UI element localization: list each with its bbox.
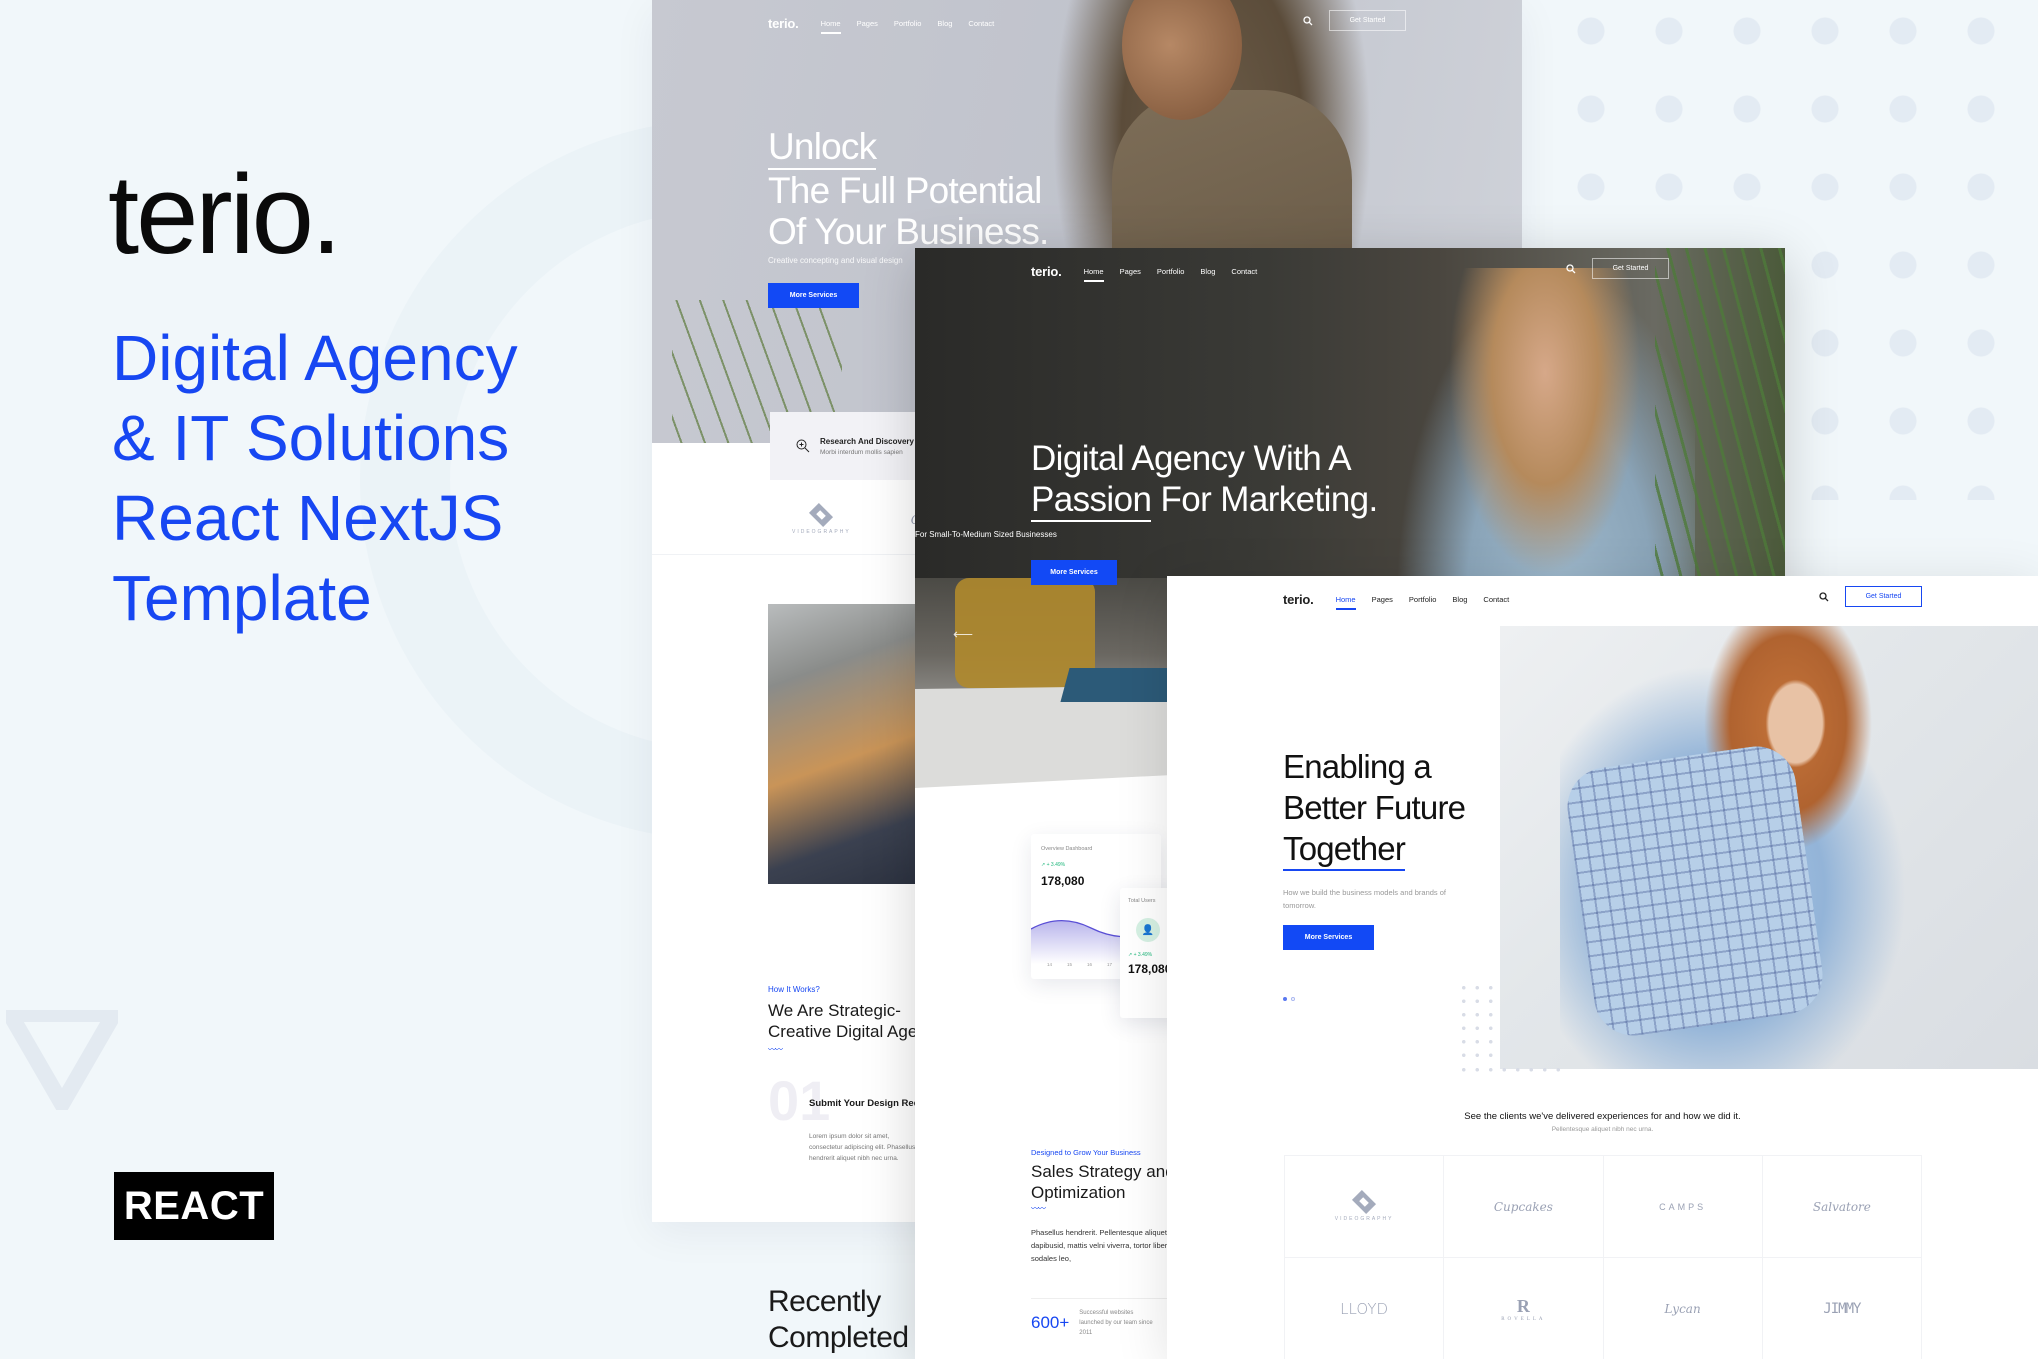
more-services-button[interactable]: More Services <box>768 283 859 308</box>
more-services-button[interactable]: More Services <box>1031 560 1117 585</box>
react-badge: REACT <box>114 1172 274 1240</box>
user-icon: 👤 <box>1136 918 1160 942</box>
card-value: 178,080 <box>1041 874 1085 888</box>
product-tagline: Digital Agency & IT Solutions React Next… <box>112 318 672 638</box>
clients-heading: See the clients we've delivered experien… <box>1464 1111 1741 1122</box>
tagline-line: React NextJS <box>112 482 504 554</box>
client-logo-jimmy[interactable]: JIMMY <box>1763 1258 1922 1359</box>
team-meeting-image <box>768 604 918 884</box>
tagline-line: Digital Agency <box>112 322 518 394</box>
nav-logo[interactable]: terio. <box>768 16 799 31</box>
tagline-line: & IT Solutions <box>112 402 510 474</box>
chart-ticks: 14 15 16 17 <box>1047 962 1113 967</box>
get-started-button[interactable]: Get Started <box>1845 586 1922 607</box>
hero-subtitle: Creative concepting and visual design <box>768 256 903 265</box>
top-nav: terio. Home Pages Portfolio Blog Contact… <box>1167 576 2038 622</box>
nav-link-home[interactable]: Home <box>820 19 841 34</box>
pager-dot-active[interactable] <box>1283 997 1287 1001</box>
headline-line: Unlock <box>768 126 877 170</box>
client-logo-cupcakes[interactable]: Cupcakes <box>1444 1156 1604 1258</box>
recently-completed-heading: Recently Completed <box>768 1285 909 1354</box>
top-nav: terio. Home Pages Portfolio Blog Contact… <box>915 248 1785 294</box>
nav-link-home[interactable]: Home <box>1083 267 1104 282</box>
get-started-button[interactable]: Get Started <box>1329 10 1406 31</box>
hero-photo <box>1500 626 2038 1069</box>
stat-block: 600+ Successful websites launched by our… <box>1031 1308 1159 1338</box>
get-started-button[interactable]: Get Started <box>1592 258 1669 279</box>
search-icon[interactable] <box>1303 15 1313 26</box>
client-logo-rovella[interactable]: R ROVELLA <box>1444 1258 1604 1359</box>
stat-desc: Successful websites launched by our team… <box>1079 1310 1153 1336</box>
headline-line: The Full Potential <box>768 170 1042 211</box>
client-logo-salvatore[interactable]: Salvatore <box>1762 1156 1922 1258</box>
nav-link-contact[interactable]: Contact <box>1483 595 1509 604</box>
service-desc: Morbi interdum mollis sapien <box>820 448 903 456</box>
growth-indicator: ↗ + 3.49% <box>1041 862 1066 868</box>
step-desc: Lorem ipsum dolor sit amet, consectetur … <box>809 1133 916 1162</box>
nav-logo[interactable]: terio. <box>1031 264 1062 279</box>
nav-link-pages[interactable]: Pages <box>1120 267 1141 276</box>
stat-number: 600+ <box>1031 1313 1070 1332</box>
hero-subtitle: For Small-To-Medium Sized Businesses <box>915 530 1057 539</box>
nav-link-blog[interactable]: Blog <box>1452 595 1467 604</box>
headline-line: Of Your Business. <box>768 211 1049 252</box>
tagline-line: Template <box>112 562 372 634</box>
nav-link-portfolio[interactable]: Portfolio <box>1409 595 1437 604</box>
plant-image <box>1655 248 1785 578</box>
decorative-dots <box>1457 1063 1567 1075</box>
nav-link-contact[interactable]: Contact <box>968 19 994 28</box>
hero-headline: Enabling a Better Future Together <box>1283 746 1466 871</box>
clients-subheading: Pellentesque aliquet nibh nec urna. <box>1551 1126 1654 1133</box>
service-title: Research And Discovery <box>820 436 914 446</box>
top-nav: terio. Home Pages Portfolio Blog Contact… <box>652 0 1522 46</box>
hero-headline: Unlock The Full Potential Of Your Busine… <box>768 126 1049 252</box>
brand-logo: terio. <box>108 152 342 277</box>
nav-link-blog[interactable]: Blog <box>1200 267 1215 276</box>
nav-link-portfolio[interactable]: Portfolio <box>894 19 922 28</box>
client-logo-camps[interactable]: CAMPS <box>1603 1156 1763 1258</box>
hero-subtitle: How we build the business models and bra… <box>1283 888 1447 910</box>
nav-link-portfolio[interactable]: Portfolio <box>1157 267 1185 276</box>
nav-link-pages[interactable]: Pages <box>1372 595 1393 604</box>
clients-grid: VIDEOGRAPHY Cupcakes CAMPS Salvatore LLO… <box>1284 1155 1922 1359</box>
nav-link-blog[interactable]: Blog <box>937 19 952 28</box>
nav-logo[interactable]: terio. <box>1283 592 1314 607</box>
plaid-shirt-image <box>1562 741 1828 1041</box>
nav-link-pages[interactable]: Pages <box>857 19 878 28</box>
nav-link-contact[interactable]: Contact <box>1231 267 1257 276</box>
more-services-button[interactable]: More Services <box>1283 925 1374 950</box>
decorative-dots <box>1457 981 1493 1061</box>
client-logo-videography[interactable]: VIDEOGRAPHY <box>1285 1156 1445 1258</box>
slider-pagination[interactable] <box>1283 997 1295 1001</box>
client-logo-lycan[interactable]: Lycan <box>1604 1258 1763 1359</box>
search-icon[interactable] <box>1819 591 1829 602</box>
client-logo-lloyd[interactable]: LLOYD <box>1285 1258 1445 1359</box>
hero-headline: Digital Agency With A Passion For Market… <box>1031 438 1378 522</box>
preview-homepage-3: terio. Home Pages Portfolio Blog Contact… <box>1167 576 2038 1359</box>
client-logo-videography: VIDEOGRAPHY <box>792 502 851 535</box>
card-title: Overview Dashboard <box>1041 846 1093 852</box>
prev-slide-arrow-icon[interactable]: ⟵ <box>953 626 973 643</box>
pager-dot[interactable] <box>1291 997 1295 1001</box>
search-icon[interactable] <box>1566 263 1576 274</box>
nav-link-home[interactable]: Home <box>1335 595 1356 610</box>
zoom-in-icon <box>796 439 810 453</box>
